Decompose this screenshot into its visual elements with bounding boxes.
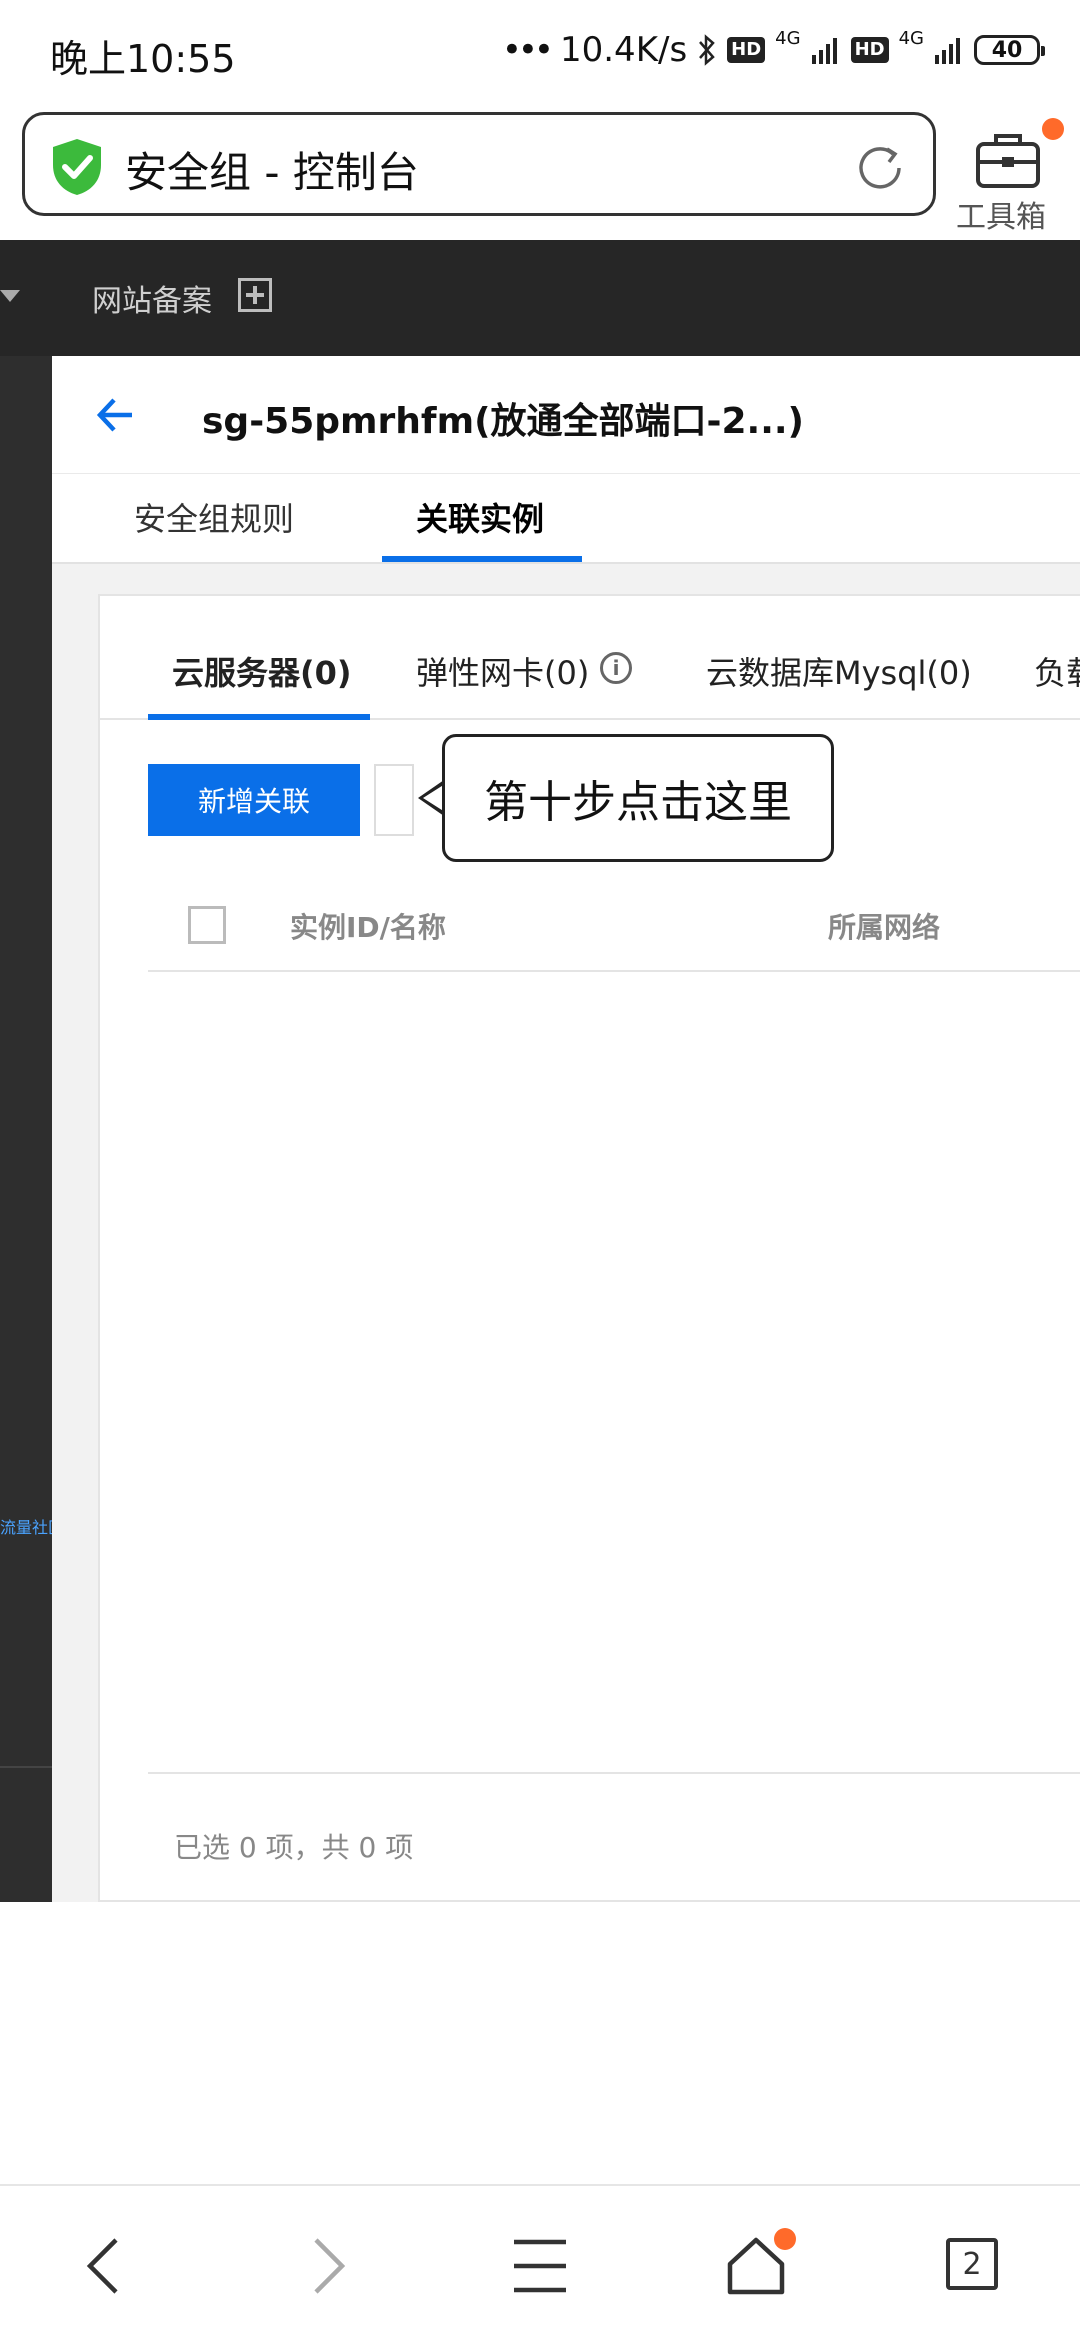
main-panel: sg-55pmrhfm(放通全部端口-2...) 安全组规则 关联实例 云服务器… (52, 356, 1080, 1902)
detail-tabs: 安全组规则 关联实例 (52, 474, 1080, 564)
notification-dot (1042, 118, 1064, 140)
bluetooth-icon (699, 34, 715, 66)
table-divider (148, 1772, 1080, 1774)
browser-toolbar: 安全组 - 控制台 工具箱 (0, 100, 1080, 240)
column-instance-id: 实例ID/名称 (290, 911, 446, 944)
selection-summary: 已选 0 项，共 0 项 (174, 1831, 414, 1864)
signal-icon-2 (935, 38, 960, 64)
back-icon[interactable] (76, 2234, 140, 2298)
info-icon[interactable]: i (600, 652, 632, 684)
tab-count: 2 (946, 2238, 998, 2290)
status-bar: 晚上10:55 ••• 10.4K/s HD 4G HD 4G 40 (0, 0, 1080, 100)
subtab-load-balancer[interactable]: 负载 (1034, 648, 1080, 694)
network-type-2: 4G (898, 27, 924, 49)
tab-security-group-rules[interactable]: 安全组规则 (134, 494, 294, 540)
network-speed: 10.4K/s (559, 30, 688, 70)
plus-square-icon[interactable] (238, 278, 272, 312)
toolbox-label: 工具箱 (956, 200, 1046, 235)
toolbox-icon (976, 134, 1040, 188)
active-subtab-indicator (148, 714, 370, 720)
instance-type-tabs: 云服务器(0) 弹性网卡(0) i 云数据库Mysql(0) 负载 (100, 596, 1080, 720)
table-header: 实例ID/名称 所属网络 (148, 876, 1080, 972)
add-association-button[interactable]: 新增关联 (148, 764, 360, 836)
page-title: 安全组 - 控制台 (125, 148, 419, 197)
active-tab-indicator (382, 556, 582, 562)
sidebar-divider (0, 1766, 52, 1768)
instruction-callout: 第十步点击这里 (442, 734, 834, 862)
security-shield-icon (53, 139, 101, 195)
detail-header: sg-55pmrhfm(放通全部端口-2...) (52, 356, 1080, 474)
forward-icon[interactable] (292, 2234, 356, 2298)
console-top-nav: 网站备案 (0, 240, 1080, 356)
subtab-eni[interactable]: 弹性网卡(0) (416, 648, 589, 694)
subtab-mysql[interactable]: 云数据库Mysql(0) (706, 648, 972, 694)
menu-icon[interactable] (508, 2234, 572, 2298)
address-bar[interactable]: 安全组 - 控制台 (22, 112, 936, 216)
status-dots: ••• (501, 30, 554, 70)
home-button[interactable] (724, 2228, 796, 2298)
left-sidebar: 流量社区 (0, 356, 64, 1902)
column-network: 所属网络 (828, 911, 941, 944)
status-indicators: ••• 10.4K/s HD 4G HD 4G 40 (501, 27, 1045, 72)
nav-item-icp[interactable]: 网站备案 (92, 276, 212, 320)
reload-icon[interactable] (853, 141, 907, 195)
security-group-title: sg-55pmrhfm(放通全部端口-2...) (202, 401, 804, 442)
hd-badge-2: HD (850, 37, 889, 63)
caret-down-icon[interactable] (0, 290, 20, 302)
toolbox-button[interactable]: 工具箱 (950, 110, 1064, 235)
browser-bottom-nav: 2 (0, 2184, 1080, 2340)
hd-badge-1: HD (727, 37, 766, 63)
back-arrow-icon[interactable] (94, 394, 136, 436)
subtab-cvm[interactable]: 云服务器(0) (172, 648, 352, 694)
signal-icon-1 (811, 38, 837, 64)
tab-associated-instances[interactable]: 关联实例 (416, 494, 544, 540)
instances-card: 云服务器(0) 弹性网卡(0) i 云数据库Mysql(0) 负载 新增关联 第… (98, 594, 1080, 1902)
select-all-checkbox[interactable] (188, 906, 226, 944)
status-time: 晚上10:55 (50, 37, 236, 81)
secondary-button[interactable] (374, 764, 414, 836)
battery-indicator: 40 (974, 35, 1045, 65)
network-type-1: 4G (775, 27, 801, 49)
tabs-button[interactable]: 2 (940, 2234, 1004, 2298)
notification-dot (774, 2228, 796, 2250)
